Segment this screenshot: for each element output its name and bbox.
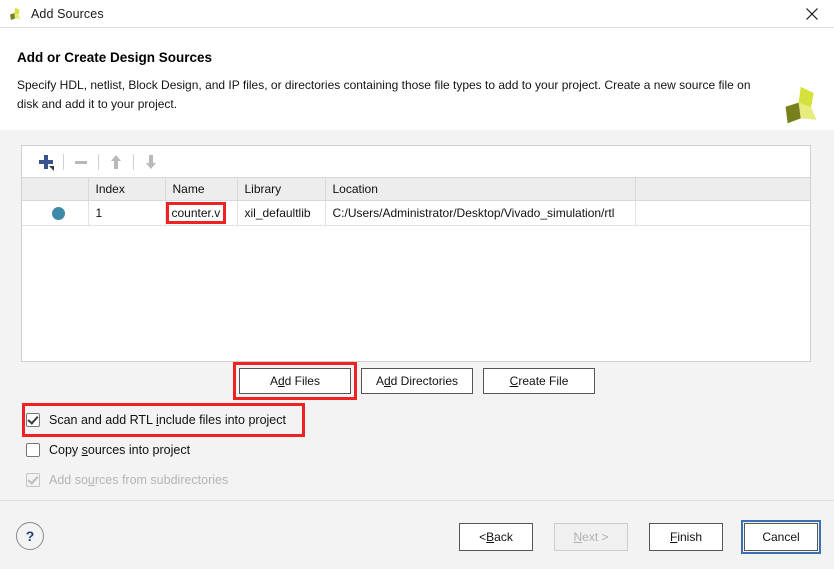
add-directories-mnemonic: d: [383, 374, 391, 388]
column-header-filler: [635, 178, 810, 201]
scan-rtl-include-checkbox[interactable]: [26, 413, 40, 427]
wizard-navigation-buttons: < Back Next > Finish Cancel: [459, 520, 821, 554]
page-description: Specify HDL, netlist, Block Design, and …: [17, 78, 751, 111]
row-library-cell[interactable]: xil_defaultlib: [237, 200, 326, 226]
scan-rtl-include-label: Scan and add RTL include files into proj…: [49, 413, 286, 427]
add-subdirectories-label: Add sources from subdirectories: [49, 473, 228, 487]
help-button[interactable]: ?: [16, 522, 44, 550]
scan-rtl-label-pre: Scan and add RTL: [49, 413, 157, 427]
row-location-cell: C:/Users/Administrator/Desktop/Vivado_si…: [325, 200, 636, 226]
options-group: Scan and add RTL include files into proj…: [22, 403, 305, 497]
finish-mnemonic: F: [669, 530, 678, 544]
window-titlebar: Add Sources: [0, 0, 834, 28]
finish-button[interactable]: Finish: [649, 523, 723, 551]
row-filler-cell: [635, 200, 810, 226]
plus-icon[interactable]: [32, 149, 60, 175]
minus-icon: [67, 149, 95, 175]
add-files-label-pre: A: [269, 374, 278, 388]
arrow-down-icon: [137, 149, 165, 175]
dialog-footer: ? < Back Next > Finish Cancel: [0, 500, 834, 569]
add-subdirs-label-post: rces from subdirectories: [94, 473, 229, 487]
toolbar-separator: [63, 153, 64, 170]
toolbar-separator: [133, 153, 134, 170]
scan-rtl-label-post: nclude files into project: [158, 413, 286, 427]
row-name-value: counter.v: [165, 202, 227, 224]
source-action-buttons: Add Files Add Directories Create File: [0, 362, 834, 400]
row-status-cell: [22, 200, 89, 226]
add-files-label-post: d Files: [284, 374, 320, 388]
add-sources-dialog: Add Sources Add or Create Design Sources…: [0, 0, 834, 569]
cancel-button[interactable]: Cancel: [741, 520, 821, 554]
create-file-mnemonic: C: [509, 374, 519, 388]
page-title: Add or Create Design Sources: [17, 50, 213, 65]
table-header-row: Index Name Library Location: [22, 178, 810, 201]
copy-sources-checkbox-row[interactable]: Copy sources into project: [26, 437, 301, 463]
copy-sources-checkbox[interactable]: [26, 443, 40, 457]
next-button: Next >: [554, 523, 628, 551]
back-label-post: ack: [494, 530, 513, 544]
vivado-pinwheel-icon: [7, 6, 23, 22]
sources-toolbar: [22, 146, 810, 178]
toolbar-separator: [98, 153, 99, 170]
next-mnemonic: N: [573, 530, 583, 544]
dialog-body: Index Name Library Location 1 counter.v …: [0, 130, 834, 500]
add-directories-button[interactable]: Add Directories: [360, 368, 474, 394]
column-header-name[interactable]: Name: [165, 178, 238, 201]
add-directories-label-post: d Directories: [390, 374, 459, 388]
back-label-pre: <: [479, 530, 487, 544]
next-label-post: ext >: [582, 530, 609, 544]
add-directories-label-pre: A: [375, 374, 384, 388]
cancel-label: Cancel: [762, 530, 800, 544]
close-icon[interactable]: [790, 0, 834, 27]
vivado-pinwheel-icon: [778, 84, 822, 128]
add-subdirs-mnemonic: u: [87, 473, 95, 487]
arrow-up-icon: [102, 149, 130, 175]
column-header-location[interactable]: Location: [325, 178, 636, 201]
window-title: Add Sources: [31, 6, 104, 21]
column-header-library[interactable]: Library: [237, 178, 326, 201]
back-mnemonic: B: [486, 530, 495, 544]
finish-label-post: inish: [677, 530, 703, 544]
column-header-index[interactable]: Index: [88, 178, 166, 201]
add-subdirectories-checkbox: [26, 473, 40, 487]
row-name-cell[interactable]: counter.v: [165, 200, 238, 226]
column-header-status[interactable]: [22, 178, 89, 201]
row-index-cell: 1: [88, 200, 166, 226]
copy-sources-label-post: ources into project: [87, 443, 191, 457]
table-row[interactable]: 1 counter.v xil_defaultlib C:/Users/Admi…: [22, 200, 810, 226]
add-subdirectories-checkbox-row: Add sources from subdirectories: [26, 467, 301, 493]
add-files-mnemonic: d: [277, 374, 285, 388]
sources-table: Index Name Library Location 1 counter.v …: [22, 178, 810, 226]
add-files-button[interactable]: Add Files: [232, 362, 357, 400]
status-dot-icon: [51, 206, 65, 220]
sources-panel: Index Name Library Location 1 counter.v …: [21, 145, 811, 362]
add-subdirs-label-pre: Add so: [49, 473, 88, 487]
copy-sources-label: Copy sources into project: [49, 443, 190, 457]
dialog-header: Add or Create Design Sources Specify HDL…: [0, 28, 834, 130]
copy-sources-label-pre: Copy: [49, 443, 82, 457]
create-file-label-post: reate File: [518, 374, 569, 388]
back-button[interactable]: < Back: [459, 523, 533, 551]
scan-rtl-include-checkbox-row[interactable]: Scan and add RTL include files into proj…: [22, 403, 305, 437]
create-file-button[interactable]: Create File: [483, 368, 596, 394]
